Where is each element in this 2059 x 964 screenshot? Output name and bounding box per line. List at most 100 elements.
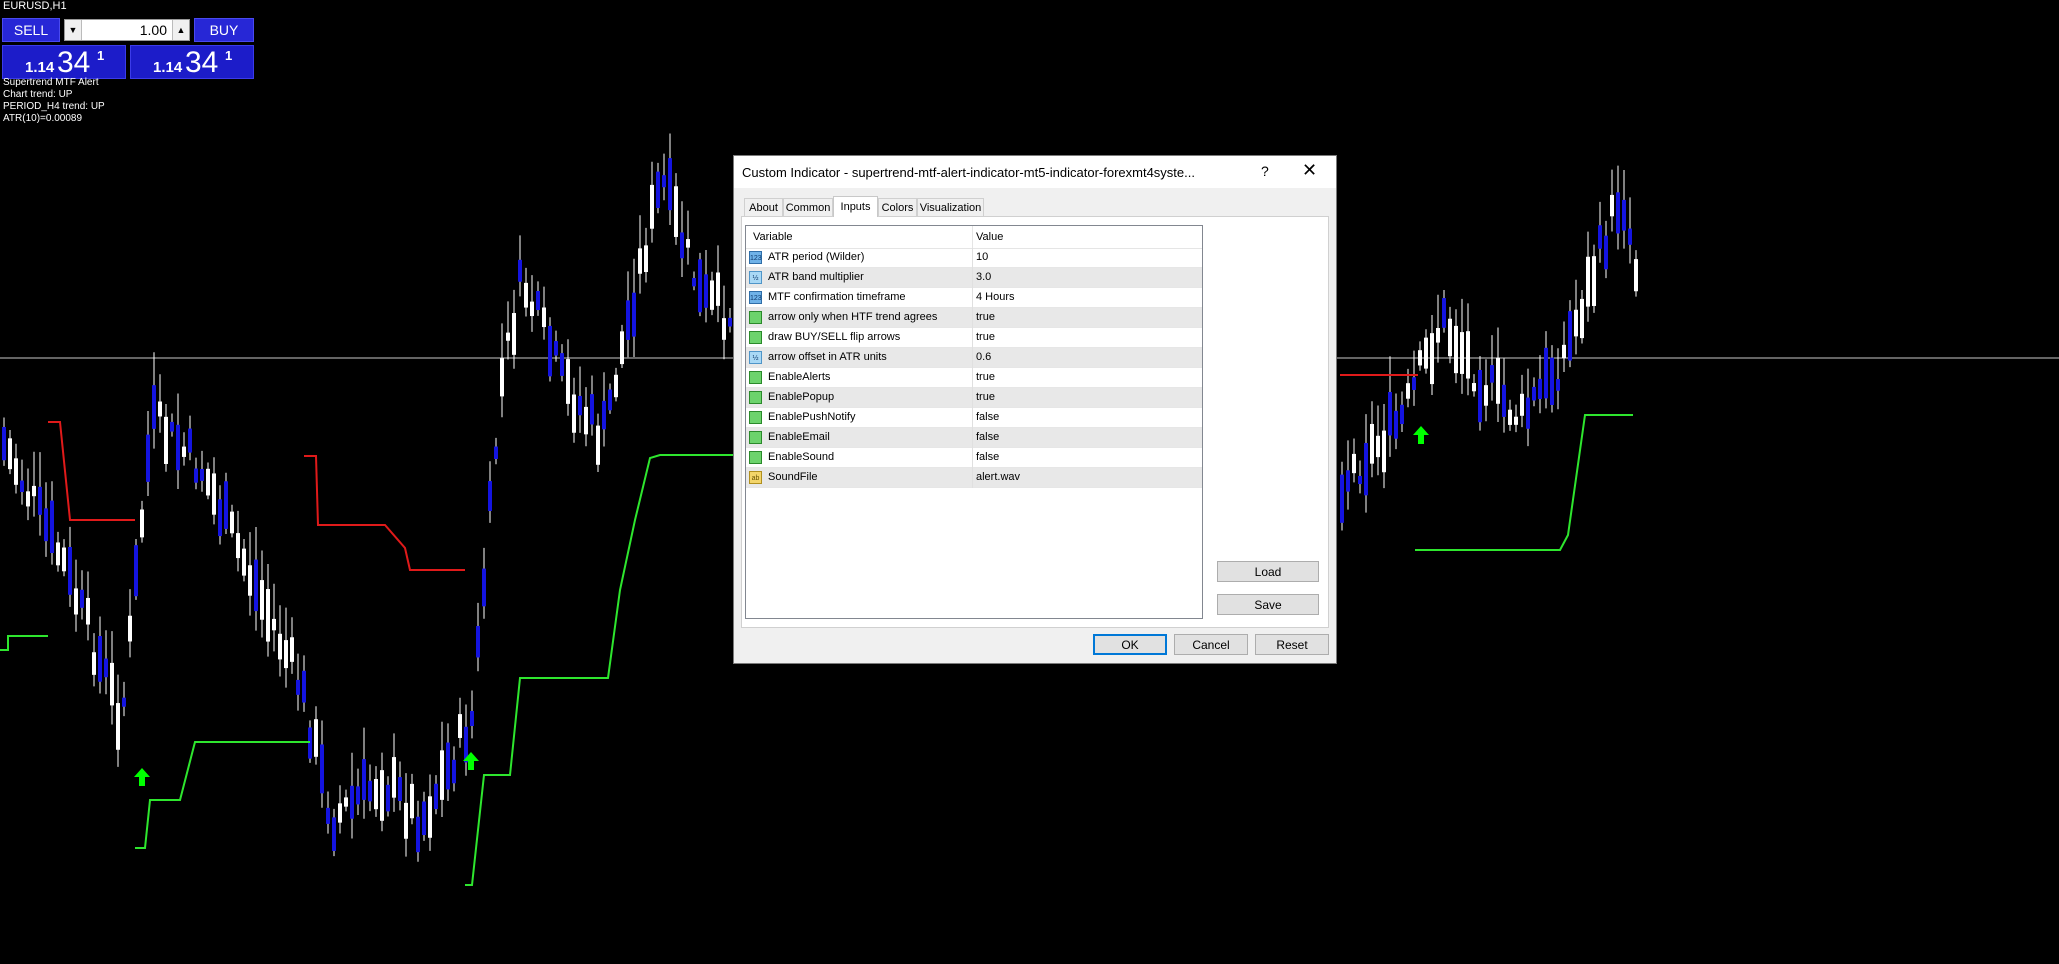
- candle-body: [1610, 194, 1614, 217]
- candle-body: [218, 499, 222, 537]
- parameter-value[interactable]: false: [976, 431, 999, 443]
- candle-body: [1418, 350, 1422, 366]
- supertrend-up-line: [0, 635, 48, 651]
- table-row[interactable]: draw BUY/SELL flip arrows true: [746, 328, 1202, 348]
- candle-body: [74, 588, 78, 615]
- candle-body: [140, 509, 144, 538]
- table-row[interactable]: ab SoundFile alert.wav: [746, 468, 1202, 488]
- candle-body: [1622, 199, 1626, 231]
- lot-increase-icon[interactable]: ▲: [172, 20, 189, 40]
- candle-body: [128, 615, 132, 642]
- candle-body: [1388, 392, 1392, 436]
- tab-common[interactable]: Common: [783, 198, 833, 216]
- candle-body: [92, 652, 96, 675]
- table-row[interactable]: 123 MTF confirmation timeframe 4 Hours: [746, 288, 1202, 308]
- candle-body: [716, 272, 720, 306]
- parameter-value[interactable]: false: [976, 411, 999, 423]
- candle-body: [260, 580, 264, 620]
- load-button[interactable]: Load: [1217, 561, 1319, 582]
- lot-decrease-icon[interactable]: ▼: [65, 20, 82, 40]
- candle-body: [1580, 298, 1584, 339]
- candle-body: [1472, 383, 1476, 392]
- candle-body: [1448, 318, 1452, 357]
- candle-body: [1406, 383, 1410, 399]
- table-row[interactable]: ½ arrow offset in ATR units 0.6: [746, 348, 1202, 368]
- parameter-value[interactable]: 0.6: [976, 351, 991, 363]
- candle-body: [458, 714, 462, 738]
- candle-body: [656, 171, 660, 208]
- candle-body: [1538, 378, 1542, 400]
- parameter-value[interactable]: 10: [976, 251, 988, 263]
- supertrend-up-line: [135, 741, 310, 849]
- dbl-type-icon: ½: [749, 351, 762, 364]
- bid-price[interactable]: 1.14 34 1: [2, 45, 126, 79]
- parameter-value[interactable]: true: [976, 391, 995, 403]
- parameter-value[interactable]: true: [976, 331, 995, 343]
- close-icon[interactable]: ✕: [1302, 160, 1317, 181]
- indicator-info-text: Supertrend MTF Alert Chart trend: UP PER…: [3, 77, 105, 125]
- parameter-value[interactable]: true: [976, 311, 995, 323]
- tab-inputs[interactable]: Inputs: [833, 196, 878, 217]
- candle-body: [638, 248, 642, 274]
- table-row[interactable]: EnableSound false: [746, 448, 1202, 468]
- candle-body: [374, 779, 378, 810]
- ask-price[interactable]: 1.14 34 1: [130, 45, 254, 79]
- candle-body: [164, 416, 168, 464]
- candle-body: [1340, 474, 1344, 523]
- candle-body: [470, 710, 474, 727]
- candle-body: [596, 425, 600, 465]
- cancel-button[interactable]: Cancel: [1174, 634, 1248, 655]
- parameter-value[interactable]: alert.wav: [976, 471, 1020, 483]
- candle-body: [1520, 393, 1524, 416]
- column-header-variable[interactable]: Variable: [753, 231, 793, 243]
- candle-body: [122, 697, 126, 707]
- parameter-name: EnableAlerts: [768, 371, 831, 383]
- save-button[interactable]: Save: [1217, 594, 1319, 615]
- candle-body: [560, 353, 564, 376]
- candle-body: [1400, 404, 1404, 425]
- buy-button[interactable]: BUY: [194, 18, 254, 42]
- candle-body: [452, 759, 456, 784]
- ask-price-pips: 34: [185, 46, 219, 79]
- one-click-trading-panel: SELL ▼ 1.00 ▲ BUY 1.14 34 1 1.14 34 1: [2, 18, 254, 79]
- table-row[interactable]: EnablePushNotify false: [746, 408, 1202, 428]
- lot-size-input[interactable]: ▼ 1.00 ▲: [64, 19, 190, 41]
- table-row[interactable]: EnableEmail false: [746, 428, 1202, 448]
- tab-colors[interactable]: Colors: [878, 198, 917, 216]
- parameter-value[interactable]: true: [976, 371, 995, 383]
- candle-body: [1586, 256, 1590, 307]
- candle-body: [110, 662, 114, 706]
- column-header-value[interactable]: Value: [976, 231, 1003, 243]
- dialog-titlebar[interactable]: Custom Indicator - supertrend-mtf-alert-…: [734, 156, 1336, 188]
- tab-about[interactable]: About: [744, 198, 783, 216]
- candle-body: [602, 400, 606, 430]
- candle-body: [302, 670, 306, 703]
- custom-indicator-dialog: Custom Indicator - supertrend-mtf-alert-…: [733, 155, 1337, 664]
- parameter-value[interactable]: 4 Hours: [976, 291, 1015, 303]
- table-row[interactable]: EnableAlerts true: [746, 368, 1202, 388]
- table-row[interactable]: ½ ATR band multiplier 3.0: [746, 268, 1202, 288]
- candle-body: [272, 618, 276, 631]
- sell-button[interactable]: SELL: [2, 18, 60, 42]
- candle-body: [8, 438, 12, 470]
- candle-body: [1598, 225, 1602, 249]
- candle-body: [1526, 397, 1530, 429]
- bid-price-fraction: 1: [97, 48, 105, 63]
- candle-body: [428, 796, 432, 838]
- parameter-value[interactable]: 3.0: [976, 271, 991, 283]
- candle-body: [524, 282, 528, 308]
- help-icon[interactable]: ?: [1261, 163, 1269, 179]
- parameter-value[interactable]: false: [976, 451, 999, 463]
- candle-body: [662, 175, 666, 188]
- candle-body: [398, 777, 402, 801]
- candle-body: [1514, 416, 1518, 425]
- ok-button[interactable]: OK: [1093, 634, 1167, 655]
- lot-value[interactable]: 1.00: [140, 22, 167, 38]
- reset-button[interactable]: Reset: [1255, 634, 1329, 655]
- candle-body: [1394, 410, 1398, 439]
- table-row[interactable]: EnablePopup true: [746, 388, 1202, 408]
- tab-visualization[interactable]: Visualization: [917, 198, 984, 216]
- table-row[interactable]: 123 ATR period (Wilder) 10: [746, 248, 1202, 268]
- candle-body: [482, 568, 486, 607]
- table-row[interactable]: arrow only when HTF trend agrees true: [746, 308, 1202, 328]
